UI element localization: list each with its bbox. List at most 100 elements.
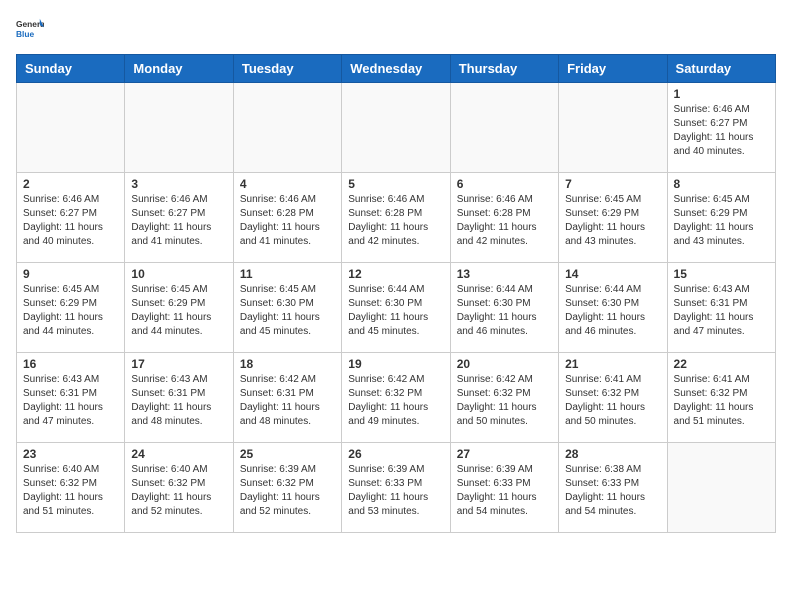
weekday-header-row: SundayMondayTuesdayWednesdayThursdayFrid… [17, 55, 776, 83]
week-row-5: 23 Sunrise: 6:40 AM Sunset: 6:32 PM Dayli… [17, 443, 776, 533]
day-number: 7 [565, 177, 660, 191]
calendar-cell: 16 Sunrise: 6:43 AM Sunset: 6:31 PM Dayli… [17, 353, 125, 443]
day-info: Sunrise: 6:46 AM Sunset: 6:27 PM Dayligh… [131, 193, 226, 249]
calendar-cell: 9 Sunrise: 6:45 AM Sunset: 6:29 PM Daylig… [17, 263, 125, 353]
day-number: 8 [674, 177, 769, 191]
calendar-cell: 23 Sunrise: 6:40 AM Sunset: 6:32 PM Dayli… [17, 443, 125, 533]
day-info: Sunrise: 6:45 AM Sunset: 6:29 PM Dayligh… [131, 283, 226, 339]
weekday-header-wednesday: Wednesday [342, 55, 450, 83]
day-number: 4 [240, 177, 335, 191]
day-number: 28 [565, 447, 660, 461]
weekday-header-sunday: Sunday [17, 55, 125, 83]
day-info: Sunrise: 6:45 AM Sunset: 6:29 PM Dayligh… [674, 193, 769, 249]
calendar-cell [342, 83, 450, 173]
calendar-cell: 14 Sunrise: 6:44 AM Sunset: 6:30 PM Dayli… [559, 263, 667, 353]
calendar-cell: 5 Sunrise: 6:46 AM Sunset: 6:28 PM Daylig… [342, 173, 450, 263]
day-info: Sunrise: 6:44 AM Sunset: 6:30 PM Dayligh… [457, 283, 552, 339]
weekday-header-thursday: Thursday [450, 55, 558, 83]
day-info: Sunrise: 6:46 AM Sunset: 6:28 PM Dayligh… [240, 193, 335, 249]
day-number: 18 [240, 357, 335, 371]
day-info: Sunrise: 6:46 AM Sunset: 6:27 PM Dayligh… [23, 193, 118, 249]
day-info: Sunrise: 6:45 AM Sunset: 6:30 PM Dayligh… [240, 283, 335, 339]
day-info: Sunrise: 6:45 AM Sunset: 6:29 PM Dayligh… [23, 283, 118, 339]
day-info: Sunrise: 6:43 AM Sunset: 6:31 PM Dayligh… [23, 373, 118, 429]
day-info: Sunrise: 6:44 AM Sunset: 6:30 PM Dayligh… [348, 283, 443, 339]
day-number: 2 [23, 177, 118, 191]
week-row-1: 1 Sunrise: 6:46 AM Sunset: 6:27 PM Daylig… [17, 83, 776, 173]
day-number: 22 [674, 357, 769, 371]
calendar-cell [450, 83, 558, 173]
day-info: Sunrise: 6:43 AM Sunset: 6:31 PM Dayligh… [674, 283, 769, 339]
calendar-cell: 21 Sunrise: 6:41 AM Sunset: 6:32 PM Dayli… [559, 353, 667, 443]
week-row-4: 16 Sunrise: 6:43 AM Sunset: 6:31 PM Dayli… [17, 353, 776, 443]
calendar-cell: 22 Sunrise: 6:41 AM Sunset: 6:32 PM Dayli… [667, 353, 775, 443]
calendar-cell: 24Sunrise: 6:40 AM Sunset: 6:32 PM Dayli… [125, 443, 233, 533]
day-info: Sunrise: 6:42 AM Sunset: 6:32 PM Dayligh… [348, 373, 443, 429]
day-number: 14 [565, 267, 660, 281]
day-number: 1 [674, 87, 769, 101]
page-header: GeneralBlue [16, 16, 776, 44]
calendar-cell: 13 Sunrise: 6:44 AM Sunset: 6:30 PM Dayli… [450, 263, 558, 353]
calendar-cell [559, 83, 667, 173]
calendar-cell: 8 Sunrise: 6:45 AM Sunset: 6:29 PM Daylig… [667, 173, 775, 263]
day-info: Sunrise: 6:40 AM Sunset: 6:32 PM Dayligh… [131, 463, 226, 519]
day-number: 21 [565, 357, 660, 371]
day-info: Sunrise: 6:40 AM Sunset: 6:32 PM Dayligh… [23, 463, 118, 519]
day-info: Sunrise: 6:41 AM Sunset: 6:32 PM Dayligh… [674, 373, 769, 429]
day-info: Sunrise: 6:39 AM Sunset: 6:33 PM Dayligh… [348, 463, 443, 519]
calendar-cell [17, 83, 125, 173]
calendar-cell: 26 Sunrise: 6:39 AM Sunset: 6:33 PM Dayli… [342, 443, 450, 533]
calendar-cell [233, 83, 341, 173]
day-number: 16 [23, 357, 118, 371]
calendar-cell: 12 Sunrise: 6:44 AM Sunset: 6:30 PM Dayli… [342, 263, 450, 353]
day-number: 26 [348, 447, 443, 461]
day-info: Sunrise: 6:41 AM Sunset: 6:32 PM Dayligh… [565, 373, 660, 429]
day-number: 20 [457, 357, 552, 371]
day-number: 10 [131, 267, 226, 281]
logo-icon: GeneralBlue [16, 16, 44, 44]
calendar-cell: 4 Sunrise: 6:46 AM Sunset: 6:28 PM Daylig… [233, 173, 341, 263]
day-number: 27 [457, 447, 552, 461]
calendar-cell: 3 Sunrise: 6:46 AM Sunset: 6:27 PM Daylig… [125, 173, 233, 263]
day-info: Sunrise: 6:38 AM Sunset: 6:33 PM Dayligh… [565, 463, 660, 519]
day-info: Sunrise: 6:44 AM Sunset: 6:30 PM Dayligh… [565, 283, 660, 339]
calendar-cell: 1 Sunrise: 6:46 AM Sunset: 6:27 PM Daylig… [667, 83, 775, 173]
svg-text:Blue: Blue [16, 29, 34, 39]
calendar-cell: 25Sunrise: 6:39 AM Sunset: 6:32 PM Dayli… [233, 443, 341, 533]
calendar-cell: 10 Sunrise: 6:45 AM Sunset: 6:29 PM Dayli… [125, 263, 233, 353]
day-number: 6 [457, 177, 552, 191]
calendar-cell: 11 Sunrise: 6:45 AM Sunset: 6:30 PM Dayli… [233, 263, 341, 353]
day-number: 23 [23, 447, 118, 461]
day-number: 11 [240, 267, 335, 281]
calendar-cell: 7 Sunrise: 6:45 AM Sunset: 6:29 PM Daylig… [559, 173, 667, 263]
weekday-header-friday: Friday [559, 55, 667, 83]
calendar-cell: 15Sunrise: 6:43 AM Sunset: 6:31 PM Dayli… [667, 263, 775, 353]
day-number: 9 [23, 267, 118, 281]
weekday-header-monday: Monday [125, 55, 233, 83]
day-info: Sunrise: 6:46 AM Sunset: 6:27 PM Dayligh… [674, 103, 769, 159]
day-number: 25 [240, 447, 335, 461]
day-number: 17 [131, 357, 226, 371]
day-info: Sunrise: 6:46 AM Sunset: 6:28 PM Dayligh… [348, 193, 443, 249]
logo: GeneralBlue [16, 16, 44, 44]
calendar-cell: 20Sunrise: 6:42 AM Sunset: 6:32 PM Dayli… [450, 353, 558, 443]
day-info: Sunrise: 6:42 AM Sunset: 6:31 PM Dayligh… [240, 373, 335, 429]
day-number: 19 [348, 357, 443, 371]
calendar-cell: 18 Sunrise: 6:42 AM Sunset: 6:31 PM Dayli… [233, 353, 341, 443]
day-info: Sunrise: 6:45 AM Sunset: 6:29 PM Dayligh… [565, 193, 660, 249]
calendar-cell: 19 Sunrise: 6:42 AM Sunset: 6:32 PM Dayli… [342, 353, 450, 443]
day-number: 5 [348, 177, 443, 191]
calendar-cell: 17Sunrise: 6:43 AM Sunset: 6:31 PM Dayli… [125, 353, 233, 443]
calendar-cell: 28 Sunrise: 6:38 AM Sunset: 6:33 PM Dayli… [559, 443, 667, 533]
calendar-cell: 27 Sunrise: 6:39 AM Sunset: 6:33 PM Dayli… [450, 443, 558, 533]
day-number: 3 [131, 177, 226, 191]
weekday-header-tuesday: Tuesday [233, 55, 341, 83]
day-number: 12 [348, 267, 443, 281]
day-number: 13 [457, 267, 552, 281]
week-row-2: 2 Sunrise: 6:46 AM Sunset: 6:27 PM Daylig… [17, 173, 776, 263]
day-info: Sunrise: 6:46 AM Sunset: 6:28 PM Dayligh… [457, 193, 552, 249]
calendar-table: SundayMondayTuesdayWednesdayThursdayFrid… [16, 54, 776, 533]
week-row-3: 9 Sunrise: 6:45 AM Sunset: 6:29 PM Daylig… [17, 263, 776, 353]
day-info: Sunrise: 6:39 AM Sunset: 6:33 PM Dayligh… [457, 463, 552, 519]
weekday-header-saturday: Saturday [667, 55, 775, 83]
